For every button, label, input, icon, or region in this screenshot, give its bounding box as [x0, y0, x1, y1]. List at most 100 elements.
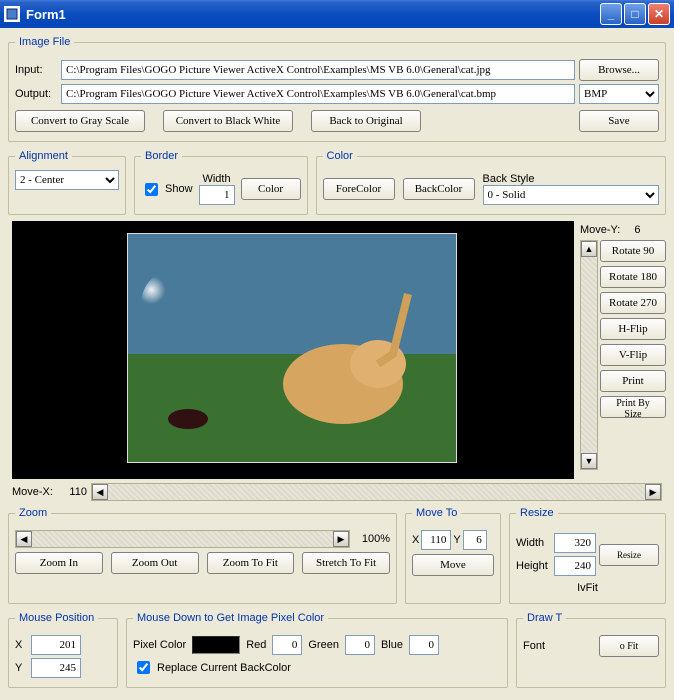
app-icon: [4, 6, 20, 22]
moveto-y-field[interactable]: [463, 530, 487, 550]
alignment-group: Alignment 2 - Center: [8, 150, 126, 215]
image-preview-area[interactable]: Gogowishs: [12, 221, 574, 479]
h-flip-button[interactable]: H-Flip: [600, 318, 666, 340]
zoom-left-icon[interactable]: ◀: [16, 531, 32, 547]
resize-legend: Resize: [516, 507, 558, 519]
zoom-group: Zoom ◀ ▶ 100% Zoom In Zoom Out Zoom To F…: [8, 507, 397, 604]
move-y-scrollbar[interactable]: ▲ ▼: [580, 240, 598, 470]
border-group: Border Show Width Color: [134, 150, 308, 215]
scroll-up-icon[interactable]: ▲: [581, 241, 597, 257]
zoom-out-button[interactable]: Zoom Out: [111, 552, 199, 574]
border-width-label: Width: [199, 173, 235, 185]
print-by-size-button[interactable]: Print By Size: [600, 396, 666, 418]
zoom-in-button[interactable]: Zoom In: [15, 552, 103, 574]
mouse-x-label: X: [15, 639, 27, 651]
output-path-field[interactable]: [61, 84, 575, 104]
stretch-to-fit-button[interactable]: Stretch To Fit: [302, 552, 390, 574]
zoom-to-fit-button[interactable]: Zoom To Fit: [207, 552, 295, 574]
move-y-value: 6: [634, 224, 640, 236]
zoom-pct: 100%: [354, 533, 390, 545]
back-original-button[interactable]: Back to Original: [311, 110, 421, 132]
save-button[interactable]: Save: [579, 110, 659, 132]
moveto-y-label: Y: [453, 534, 460, 546]
input-path-field[interactable]: [61, 60, 575, 80]
move-y-label: Move-Y:: [580, 224, 620, 236]
ofit-button[interactable]: o Fit: [599, 635, 659, 657]
resize-height-label: Height: [516, 560, 552, 572]
print-button[interactable]: Print: [600, 370, 666, 392]
border-width-field[interactable]: [199, 185, 235, 205]
zoom-right-icon[interactable]: ▶: [333, 531, 349, 547]
convert-bw-button[interactable]: Convert to Black White: [163, 110, 293, 132]
backstyle-label: Back Style: [483, 173, 659, 185]
scroll-down-icon[interactable]: ▼: [581, 453, 597, 469]
rotate-180-button[interactable]: Rotate 180: [600, 266, 666, 288]
convert-gray-button[interactable]: Convert to Gray Scale: [15, 110, 145, 132]
pixel-color-label: Pixel Color: [133, 639, 186, 651]
move-button[interactable]: Move: [412, 554, 494, 576]
resize-group: Resize Width Height Resize IvFit: [509, 507, 666, 604]
moveto-x-label: X: [412, 534, 419, 546]
color-legend: Color: [323, 150, 357, 162]
pixel-color-legend: Mouse Down to Get Image Pixel Color: [133, 612, 328, 624]
close-button[interactable]: ✕: [648, 3, 670, 25]
browse-button[interactable]: Browse...: [579, 59, 659, 81]
border-color-button[interactable]: Color: [241, 178, 301, 200]
scroll-right-icon[interactable]: ▶: [645, 484, 661, 500]
backstyle-select[interactable]: 0 - Solid: [483, 185, 659, 205]
scroll-left-icon[interactable]: ◀: [92, 484, 108, 500]
rotate-90-button[interactable]: Rotate 90: [600, 240, 666, 262]
pixel-color-swatch: [192, 636, 240, 654]
zoom-legend: Zoom: [15, 507, 51, 519]
resize-width-field[interactable]: [554, 533, 596, 553]
format-select[interactable]: BMP: [579, 84, 659, 104]
input-label: Input:: [15, 64, 57, 76]
maximize-button[interactable]: □: [624, 3, 646, 25]
move-x-scrollbar[interactable]: ◀ ▶: [91, 483, 662, 501]
zoom-scrollbar[interactable]: ◀ ▶: [15, 530, 350, 548]
move-to-legend: Move To: [412, 507, 461, 519]
output-label: Output:: [15, 88, 57, 100]
red-field[interactable]: [272, 635, 302, 655]
image-file-legend: Image File: [15, 36, 74, 48]
move-to-group: Move To X Y Move: [405, 507, 501, 604]
v-flip-button[interactable]: V-Flip: [600, 344, 666, 366]
mouse-y-field[interactable]: [31, 658, 81, 678]
ivfit-label: IvFit: [577, 582, 598, 594]
image-frame: Gogowishs: [127, 233, 457, 463]
window-title: Form1: [26, 7, 66, 22]
backcolor-button[interactable]: BackColor: [403, 178, 475, 200]
blue-label: Blue: [381, 639, 403, 651]
draw-t-group: Draw T Font o Fit: [516, 612, 666, 688]
alignment-select[interactable]: 2 - Center: [15, 170, 119, 190]
border-legend: Border: [141, 150, 182, 162]
title-bar: Form1 _ □ ✕: [0, 0, 674, 28]
blue-field[interactable]: [409, 635, 439, 655]
resize-height-field[interactable]: [554, 556, 596, 576]
mouse-x-field[interactable]: [31, 635, 81, 655]
alignment-legend: Alignment: [15, 150, 72, 162]
move-x-label: Move-X:: [12, 486, 53, 498]
replace-backcolor-checkbox[interactable]: Replace Current BackColor: [133, 658, 291, 677]
mouse-position-group: Mouse Position X Y: [8, 612, 118, 688]
mouse-position-legend: Mouse Position: [15, 612, 98, 624]
resize-button[interactable]: Resize: [599, 544, 659, 566]
preview-image: [128, 234, 457, 463]
draw-t-legend: Draw T: [523, 612, 566, 624]
red-label: Red: [246, 639, 266, 651]
show-border-checkbox[interactable]: Show: [141, 180, 193, 199]
rotate-270-button[interactable]: Rotate 270: [600, 292, 666, 314]
font-label: Font: [523, 640, 545, 652]
image-file-group: Image File Input: Browse... Output: BMP …: [8, 36, 666, 142]
forecolor-button[interactable]: ForeColor: [323, 178, 395, 200]
replace-backcolor-label: Replace Current BackColor: [157, 662, 291, 674]
green-field[interactable]: [345, 635, 375, 655]
green-label: Green: [308, 639, 339, 651]
mouse-y-label: Y: [15, 662, 27, 674]
pixel-color-group: Mouse Down to Get Image Pixel Color Pixe…: [126, 612, 508, 688]
minimize-button[interactable]: _: [600, 3, 622, 25]
color-group: Color ForeColor BackColor Back Style 0 -…: [316, 150, 666, 215]
moveto-x-field[interactable]: [421, 530, 451, 550]
replace-backcolor-input[interactable]: [137, 661, 150, 674]
show-border-input[interactable]: [145, 183, 158, 196]
